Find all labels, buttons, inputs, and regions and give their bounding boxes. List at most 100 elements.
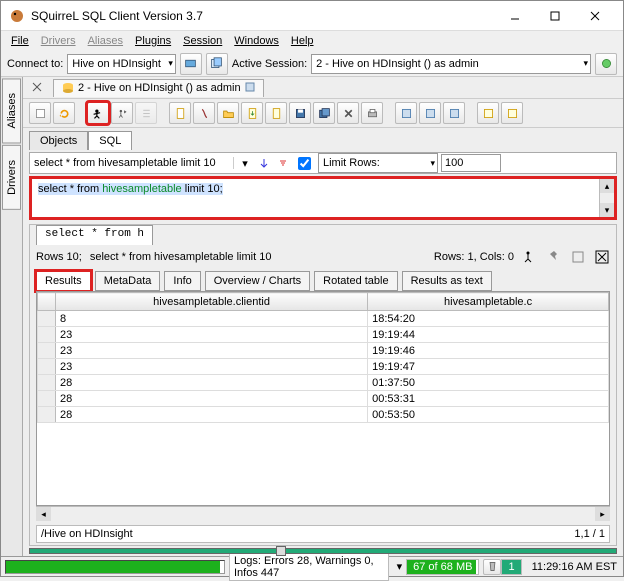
prev-sql-icon[interactable] — [395, 102, 417, 124]
window-title: SQuirreL SQL Client Version 3.7 — [31, 9, 495, 23]
sql-history-bar: select * from hivesampletable limit 10 ▾… — [29, 152, 617, 174]
refresh-icon[interactable] — [53, 102, 75, 124]
path-text: /Hive on HDInsight — [41, 528, 133, 540]
window-titlebar: SQuirreL SQL Client Version 3.7 — [1, 1, 623, 31]
editor-scrollbar[interactable]: ▴▾ — [599, 179, 614, 217]
window-maximize-button[interactable] — [535, 2, 575, 30]
pin-icon[interactable] — [546, 249, 562, 265]
memory-status[interactable]: 67 of 68 MB — [406, 559, 479, 575]
open-folder-icon[interactable] — [217, 102, 239, 124]
run-all-icon[interactable] — [111, 102, 133, 124]
status-bar: Logs: Errors 28, Warnings 0, Infos 447 ▾… — [1, 556, 623, 576]
subtab-astext[interactable]: Results as text — [402, 271, 492, 291]
menubar: File Drivers Aliases Plugins Session Win… — [1, 31, 623, 51]
next-sql-icon[interactable] — [419, 102, 441, 124]
sql-toolbar — [23, 99, 623, 128]
col-header-1[interactable]: hivesampletable.c — [368, 293, 609, 311]
editor-tabs: Objects SQL — [23, 128, 623, 150]
tab-sql[interactable]: SQL — [88, 131, 132, 150]
disk-multi-icon[interactable] — [313, 102, 335, 124]
limit-rows-checkbox[interactable] — [298, 157, 311, 170]
delete-icon[interactable] — [337, 102, 359, 124]
table-row[interactable]: 2319:19:47 — [38, 359, 609, 375]
table-row[interactable]: 2319:19:46 — [38, 343, 609, 359]
sql-editor[interactable]: select * from hivesampletable limit 10; … — [29, 176, 617, 220]
table-row[interactable]: 2800:53:50 — [38, 407, 609, 423]
subtab-results[interactable]: Results — [36, 271, 91, 291]
extra2-icon[interactable] — [501, 102, 523, 124]
subtab-rotated[interactable]: Rotated table — [314, 271, 397, 291]
active-session-label: Active Session: — [232, 58, 307, 70]
limit-rows-dropdown[interactable]: Limit Rows: — [318, 153, 438, 173]
limit-rows-input[interactable] — [441, 154, 501, 172]
history-dropdown-icon[interactable]: ▾ — [237, 157, 253, 170]
new-session-icon[interactable] — [206, 53, 228, 75]
table-row[interactable]: 2801:37:50 — [38, 375, 609, 391]
sidetab-aliases[interactable]: Aliases — [2, 78, 21, 143]
history-filter-icon[interactable] — [275, 158, 291, 168]
result-query: select * from hivesampletable limit 10 — [90, 251, 272, 263]
sidetab-drivers[interactable]: Drivers — [2, 145, 21, 210]
sql-text: select * from — [38, 183, 102, 195]
menu-session[interactable]: Session — [177, 33, 228, 49]
cursor-pos: 1,1 / 1 — [574, 528, 605, 540]
session-tab-more-icon[interactable] — [245, 82, 255, 95]
menu-help[interactable]: Help — [285, 33, 320, 49]
close-result-icon[interactable] — [594, 249, 610, 265]
catalog-icon[interactable] — [29, 102, 51, 124]
session-go-icon[interactable] — [595, 53, 617, 75]
tab-objects[interactable]: Objects — [29, 131, 88, 150]
results-grid[interactable]: hivesampletable.clientid hivesampletable… — [36, 291, 610, 506]
extra1-icon[interactable] — [477, 102, 499, 124]
subtab-overview[interactable]: Overview / Charts — [205, 271, 310, 291]
menu-drivers[interactable]: Drivers — [35, 33, 82, 49]
run-sql-button[interactable] — [87, 102, 109, 124]
session-tab-row: 2 - Hive on HDInsight () as admin — [23, 77, 623, 99]
connect-alias-dropdown[interactable]: Hive on HDInsight — [67, 54, 176, 74]
history-icon[interactable] — [443, 102, 465, 124]
subtab-info[interactable]: Info — [164, 271, 200, 291]
save-as-icon[interactable] — [265, 102, 287, 124]
menu-file[interactable]: File — [5, 33, 35, 49]
gc-icon[interactable] — [483, 559, 501, 575]
window-minimize-button[interactable] — [495, 2, 535, 30]
session-count[interactable]: 1 — [501, 559, 521, 575]
menu-aliases[interactable]: Aliases — [82, 33, 129, 49]
session-tab[interactable]: 2 - Hive on HDInsight () as admin — [53, 79, 264, 97]
result-subtabs: Results MetaData Info Overview / Charts … — [30, 269, 616, 291]
logs-dropdown-icon[interactable]: ▾ — [393, 560, 407, 573]
print-icon[interactable] — [361, 102, 383, 124]
split-slider[interactable] — [29, 548, 617, 554]
save-file-icon[interactable] — [241, 102, 263, 124]
table-row[interactable]: 2319:19:44 — [38, 327, 609, 343]
result-info-bar: Rows 10; select * from hivesampletable l… — [30, 245, 616, 269]
window-close-button[interactable] — [575, 2, 615, 30]
session-close-icon[interactable] — [31, 81, 43, 93]
col-header-0[interactable]: hivesampletable.clientid — [56, 293, 368, 311]
disk-icon[interactable] — [289, 102, 311, 124]
clock: 11:29:16 AM EST — [526, 561, 623, 573]
rerun-icon[interactable] — [522, 249, 538, 265]
table-row[interactable]: 2800:53:31 — [38, 391, 609, 407]
table-row[interactable]: 818:54:20 — [38, 311, 609, 327]
result-tab[interactable]: select * from h — [36, 225, 153, 245]
detach-icon[interactable] — [570, 249, 586, 265]
append-run-icon[interactable] — [135, 102, 157, 124]
connect-icon[interactable] — [180, 53, 202, 75]
side-tabs: Aliases Drivers — [1, 77, 23, 556]
results-panel: select * from h Rows 10; select * from h… — [29, 224, 617, 546]
history-text: select * from hivesampletable limit 10 — [34, 157, 234, 169]
subtab-metadata[interactable]: MetaData — [95, 271, 161, 291]
logs-status[interactable]: Logs: Errors 28, Warnings 0, Infos 447 — [229, 553, 389, 581]
sql-suffix: limit 10; — [182, 183, 223, 195]
connect-label: Connect to: — [7, 58, 63, 70]
connect-toolbar: Connect to: Hive on HDInsight Active Ses… — [1, 51, 623, 77]
active-session-dropdown[interactable]: 2 - Hive on HDInsight () as admin — [311, 54, 591, 74]
new-file-icon[interactable] — [169, 102, 191, 124]
script-icon[interactable] — [193, 102, 215, 124]
menu-plugins[interactable]: Plugins — [129, 33, 177, 49]
menu-windows[interactable]: Windows — [228, 33, 285, 49]
grid-hscrollbar[interactable]: ◂▸ — [36, 506, 610, 521]
app-icon — [9, 8, 25, 24]
history-sort-icon[interactable] — [256, 158, 272, 168]
